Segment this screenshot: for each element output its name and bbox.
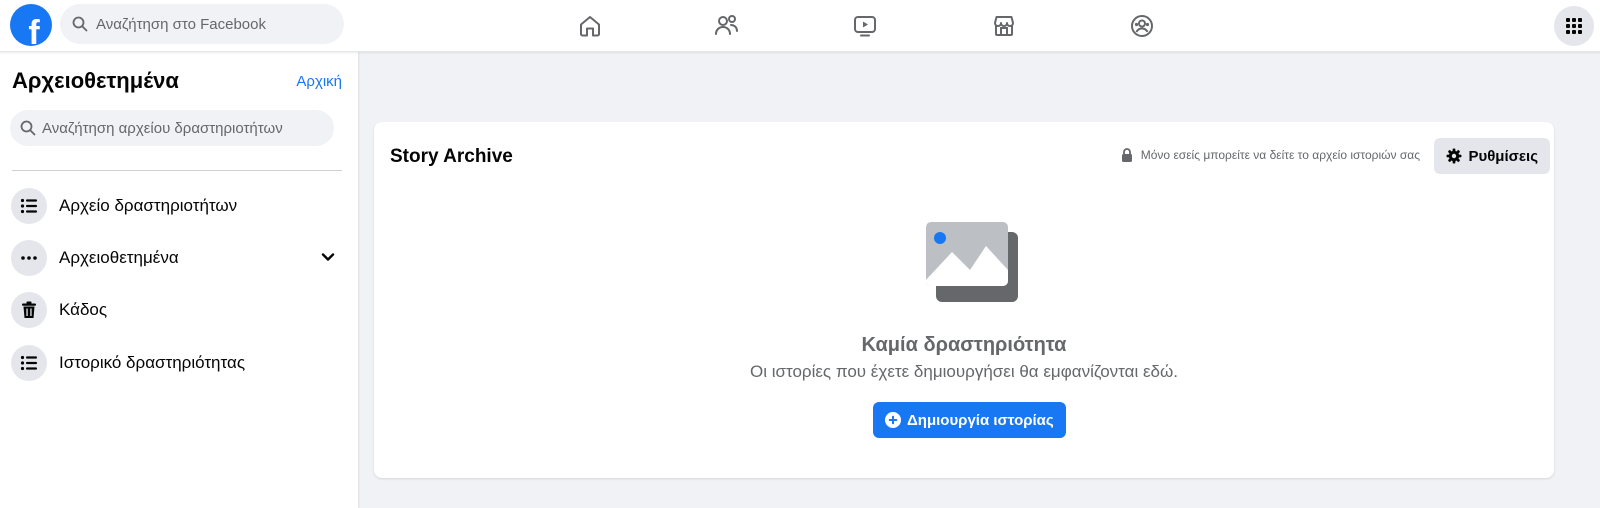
settings-button-label: Ρυθμίσεις: [1468, 147, 1538, 165]
nav-friends-button[interactable]: [711, 10, 743, 42]
menu-button[interactable]: [1554, 6, 1594, 46]
search-icon: [20, 120, 36, 136]
privacy-note-text: Μόνο εσείς μπορείτε να δείτε το αρχείο ι…: [1140, 148, 1420, 162]
more-icon: [21, 256, 37, 260]
sidebar-item-activity-history[interactable]: Ιστορικό δραστηριότητας: [8, 340, 348, 386]
groups-icon: [1131, 15, 1153, 37]
privacy-note: Μόνο εσείς μπορείτε να δείτε το αρχείο ι…: [1121, 148, 1420, 162]
sidebar-title: Αρχειοθετημένα: [12, 68, 179, 93]
sidebar-item-trash[interactable]: Κάδος: [8, 287, 348, 333]
nav-home-button[interactable]: [574, 10, 606, 42]
settings-button[interactable]: Ρυθμίσεις: [1434, 138, 1550, 174]
facebook-search-box[interactable]: [60, 4, 344, 44]
sidebar-item-activity-log[interactable]: Αρχείο δραστηριοτήτων: [8, 183, 348, 229]
photo-placeholder-icon: [926, 222, 1018, 302]
sidebar-divider: [12, 170, 342, 171]
trash-icon: [22, 301, 36, 318]
empty-state-subtitle: Οι ιστορίες που έχετε δημιουργήσει θα εμ…: [749, 362, 1179, 381]
archive-search-input[interactable]: [42, 119, 328, 137]
gear-icon: [1446, 148, 1462, 164]
archive-search-box[interactable]: [10, 110, 334, 146]
lock-icon: [1121, 148, 1132, 162]
grid-menu-icon: [1566, 18, 1582, 34]
sidebar-item-label: Κάδος: [59, 300, 108, 319]
sidebar-item-label: Αρχειοθετημένα: [59, 248, 179, 267]
plus-circle-icon: [885, 412, 901, 428]
sidebar-item-label: Αρχείο δραστηριοτήτων: [59, 196, 238, 215]
sidebar-item-label: Ιστορικό δραστηριότητας: [59, 353, 246, 372]
watch-icon: [854, 16, 876, 37]
nav-marketplace-button[interactable]: [988, 10, 1020, 42]
create-story-button-label: Δημιουργία ιστορίας: [907, 411, 1054, 429]
nav-groups-button[interactable]: [1126, 10, 1158, 42]
facebook-search-input[interactable]: [96, 15, 326, 33]
facebook-logo-icon[interactable]: f: [10, 4, 52, 46]
empty-state-title: Καμία δραστηριότητα: [861, 334, 1067, 356]
friends-icon: [715, 15, 738, 35]
create-story-button[interactable]: Δημιουργία ιστορίας: [873, 402, 1066, 438]
marketplace-icon: [994, 16, 1014, 36]
list-icon: [20, 198, 37, 214]
list-icon: [20, 355, 37, 371]
chevron-down-icon[interactable]: [320, 249, 336, 265]
archive-sidebar: Αρχειοθετημένα Αρχική Αρχείο δραστηριοτή…: [0, 52, 358, 508]
home-icon: [580, 16, 600, 37]
nav-watch-button[interactable]: [849, 10, 881, 42]
top-navigation-bar: f: [0, 0, 1600, 52]
home-link[interactable]: Αρχική: [296, 73, 342, 90]
story-archive-card: Story Archive Μόνο εσείς μπορείτε να δεί…: [374, 122, 1554, 478]
sidebar-item-archived[interactable]: Αρχειοθετημένα: [8, 235, 348, 281]
page-title: Story Archive: [390, 146, 513, 167]
search-icon: [72, 16, 88, 32]
